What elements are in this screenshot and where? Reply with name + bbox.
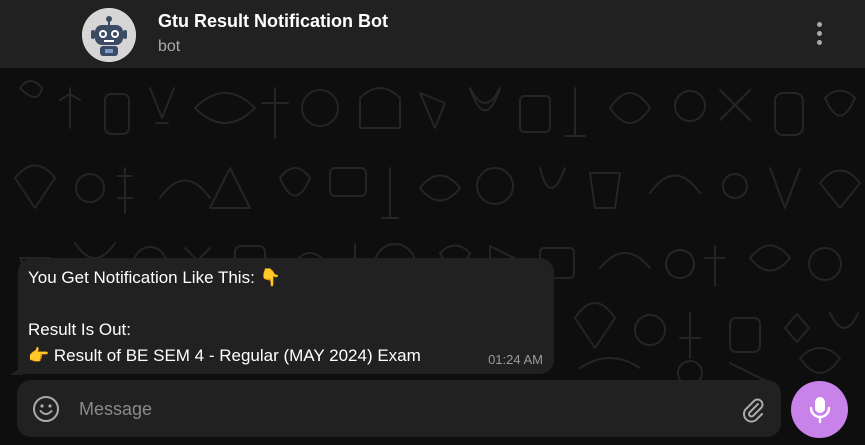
- message-line: You Get Notification Like This: 👇: [28, 268, 281, 287]
- chat-window: Gtu Result Notification Bot bot You Get …: [0, 0, 865, 445]
- emoji-button[interactable]: [31, 394, 61, 424]
- chat-status: bot: [158, 38, 181, 55]
- message-input[interactable]: [79, 394, 679, 424]
- message-time: 01:24 AM: [488, 352, 543, 367]
- paperclip-icon: [743, 398, 764, 423]
- message-composer: [17, 380, 781, 437]
- more-vertical-icon: [817, 22, 822, 27]
- microphone-icon: [809, 397, 831, 424]
- message-line: Result Is Out:: [28, 320, 131, 339]
- message-bubble[interactable]: You Get Notification Like This: 👇 Result…: [18, 258, 554, 374]
- chat-title[interactable]: Gtu Result Notification Bot: [158, 11, 388, 32]
- voice-record-button[interactable]: [791, 381, 848, 438]
- more-options-button[interactable]: [806, 18, 834, 50]
- bot-avatar[interactable]: [82, 8, 136, 62]
- attach-button[interactable]: [737, 394, 767, 424]
- chat-header: Gtu Result Notification Bot bot: [0, 0, 865, 68]
- robot-icon: [82, 8, 136, 62]
- smiley-icon: [33, 396, 59, 422]
- message-line: 👉 Result of BE SEM 4 - Regular (MAY 2024…: [28, 346, 421, 365]
